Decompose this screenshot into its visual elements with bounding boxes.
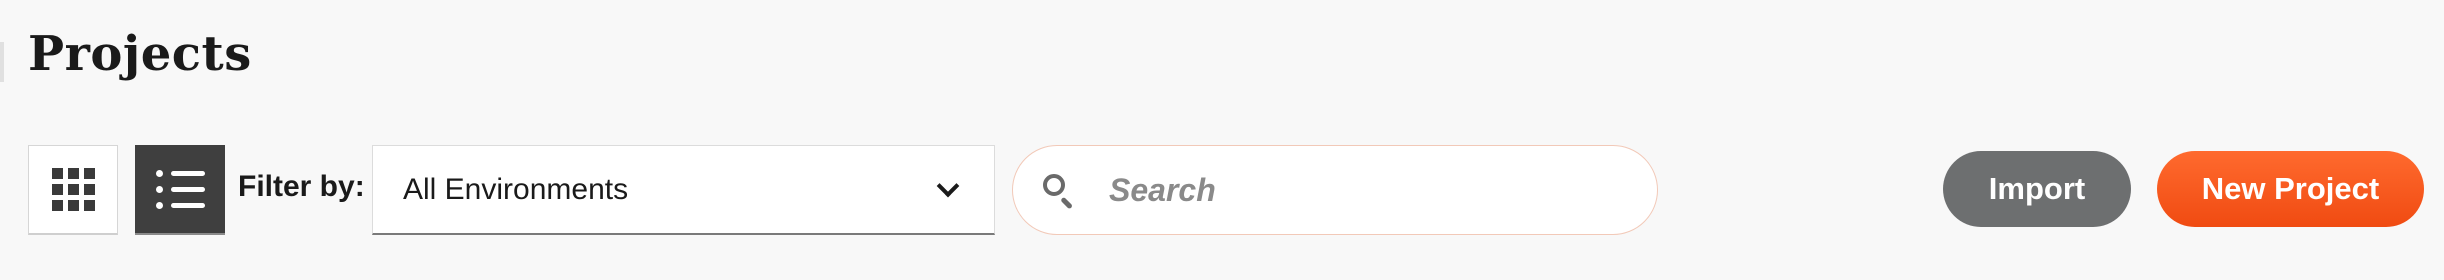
chevron-down-icon [936, 174, 960, 197]
grid-icon [51, 168, 95, 211]
filter-selected-value: All Environments [403, 172, 629, 206]
filter-label: Filter by: [238, 170, 365, 203]
import-button[interactable]: Import [1943, 151, 2131, 227]
left-edge-marker [0, 42, 4, 82]
search-box[interactable] [1012, 145, 1658, 235]
page-title: Projects [28, 26, 252, 82]
environment-filter-select[interactable]: All Environments [372, 145, 995, 235]
grid-view-button[interactable] [28, 145, 118, 235]
search-input[interactable] [1109, 171, 1609, 209]
list-icon [155, 169, 205, 209]
projects-page: Projects Filter by: All Environments Imp… [0, 0, 2444, 280]
list-view-button[interactable] [135, 145, 225, 235]
new-project-button[interactable]: New Project [2157, 151, 2424, 227]
search-icon [1041, 172, 1077, 210]
